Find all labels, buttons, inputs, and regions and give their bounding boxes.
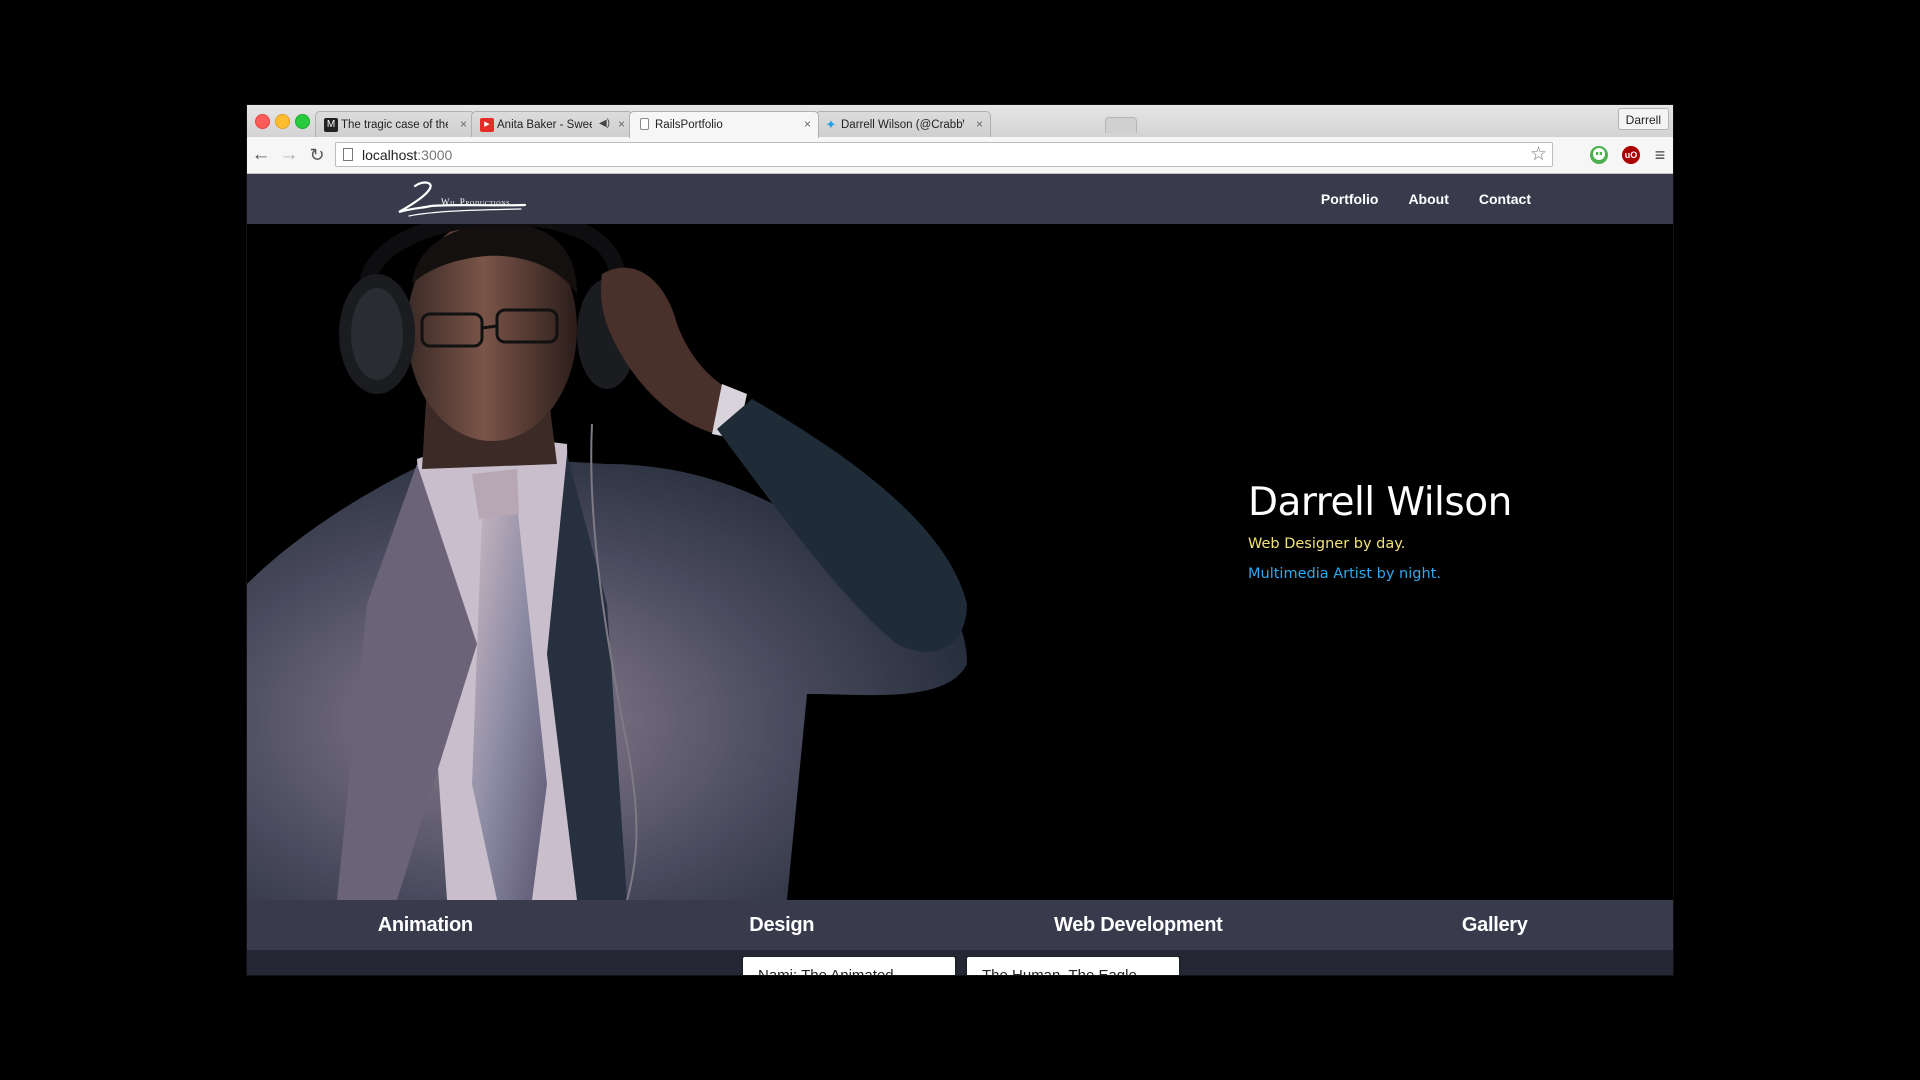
page-icon xyxy=(343,148,353,161)
site-navbar: Wil Productions Portfolio About Contact xyxy=(247,174,1673,224)
hero-section: Darrell Wilson Web Designer by day. Mult… xyxy=(247,224,1673,900)
tab-title: RailsPortfolio xyxy=(655,119,723,131)
category-design[interactable]: Design xyxy=(604,900,961,950)
tab-title: Darrell Wilson (@CrabbWa xyxy=(841,119,964,131)
twitter-icon: ✦ xyxy=(825,117,837,132)
hamburger-menu-icon[interactable]: ≡ xyxy=(1652,146,1668,164)
close-tab-icon[interactable]: × xyxy=(618,117,625,131)
nav-link-portfolio[interactable]: Portfolio xyxy=(1321,174,1379,224)
reload-icon[interactable]: ↻ xyxy=(306,144,328,166)
browser-toolbar: ← → ↻ localhost:3000 ☆ uO ≡ xyxy=(247,137,1673,174)
portfolio-cards-area: Nami: The Animated The Human, The Eagle xyxy=(247,950,1673,975)
audio-playing-icon[interactable]: ◀) xyxy=(599,117,610,131)
medium-icon: M xyxy=(324,118,338,132)
forward-arrow-icon[interactable]: → xyxy=(278,144,300,166)
site-nav-links: Portfolio About Contact xyxy=(1291,174,1531,224)
tagline-night: Multimedia Artist by night. xyxy=(1248,566,1441,582)
new-tab-button[interactable] xyxy=(1105,117,1137,133)
youtube-icon: ▶ xyxy=(480,118,494,132)
page-content: Wil Productions Portfolio About Contact xyxy=(247,174,1673,975)
tab-title: Anita Baker - Sweet Lo xyxy=(497,119,592,131)
hero-name: Darrell Wilson xyxy=(1248,480,1512,525)
tagline-day: Web Designer by day. xyxy=(1248,536,1406,552)
category-animation[interactable]: Animation xyxy=(247,900,604,950)
nav-link-about[interactable]: About xyxy=(1408,174,1448,224)
browser-window: M The tragic case of the boy × ▶ Anita B… xyxy=(247,105,1673,975)
tab-strip: M The tragic case of the boy × ▶ Anita B… xyxy=(247,105,1673,138)
close-tab-icon[interactable]: × xyxy=(804,117,811,131)
category-bar: Animation Design Web Development Gallery xyxy=(247,900,1673,950)
close-tab-icon[interactable]: × xyxy=(976,117,983,131)
ublock-extension-icon[interactable]: uO xyxy=(1622,146,1640,164)
profile-button[interactable]: Darrell xyxy=(1617,108,1669,130)
bookmark-star-icon[interactable]: ☆ xyxy=(1530,144,1547,166)
tab-youtube[interactable]: ▶ Anita Baker - Sweet Lo ◀) × xyxy=(471,111,633,137)
tab-railsportfolio[interactable]: RailsPortfolio × xyxy=(629,111,819,138)
nav-link-contact[interactable]: Contact xyxy=(1479,174,1531,224)
close-window-button[interactable] xyxy=(255,114,270,129)
close-tab-icon[interactable]: × xyxy=(460,117,467,131)
tab-medium[interactable]: M The tragic case of the boy × xyxy=(315,111,475,137)
chat-bubble-icon xyxy=(1593,148,1605,160)
category-web-development[interactable]: Web Development xyxy=(960,900,1317,950)
zoom-window-button[interactable] xyxy=(295,114,310,129)
portfolio-card[interactable]: Nami: The Animated xyxy=(743,957,955,975)
hangouts-extension-icon[interactable] xyxy=(1590,146,1608,164)
back-arrow-icon[interactable]: ← xyxy=(250,144,272,166)
site-logo[interactable]: Wil Productions xyxy=(393,178,533,220)
address-bar[interactable]: localhost:3000 ☆ xyxy=(335,142,1553,167)
minimize-window-button[interactable] xyxy=(275,114,290,129)
tab-twitter[interactable]: ✦ Darrell Wilson (@CrabbWa × xyxy=(815,111,991,137)
tab-title: The tragic case of the boy xyxy=(341,119,448,131)
logo-text: Wil Productions xyxy=(441,197,511,207)
portrait-photo xyxy=(247,224,967,900)
page-icon xyxy=(640,118,649,130)
category-gallery[interactable]: Gallery xyxy=(1317,900,1674,950)
portfolio-card[interactable]: The Human, The Eagle xyxy=(967,957,1179,975)
url-text[interactable]: localhost:3000 xyxy=(362,147,452,163)
